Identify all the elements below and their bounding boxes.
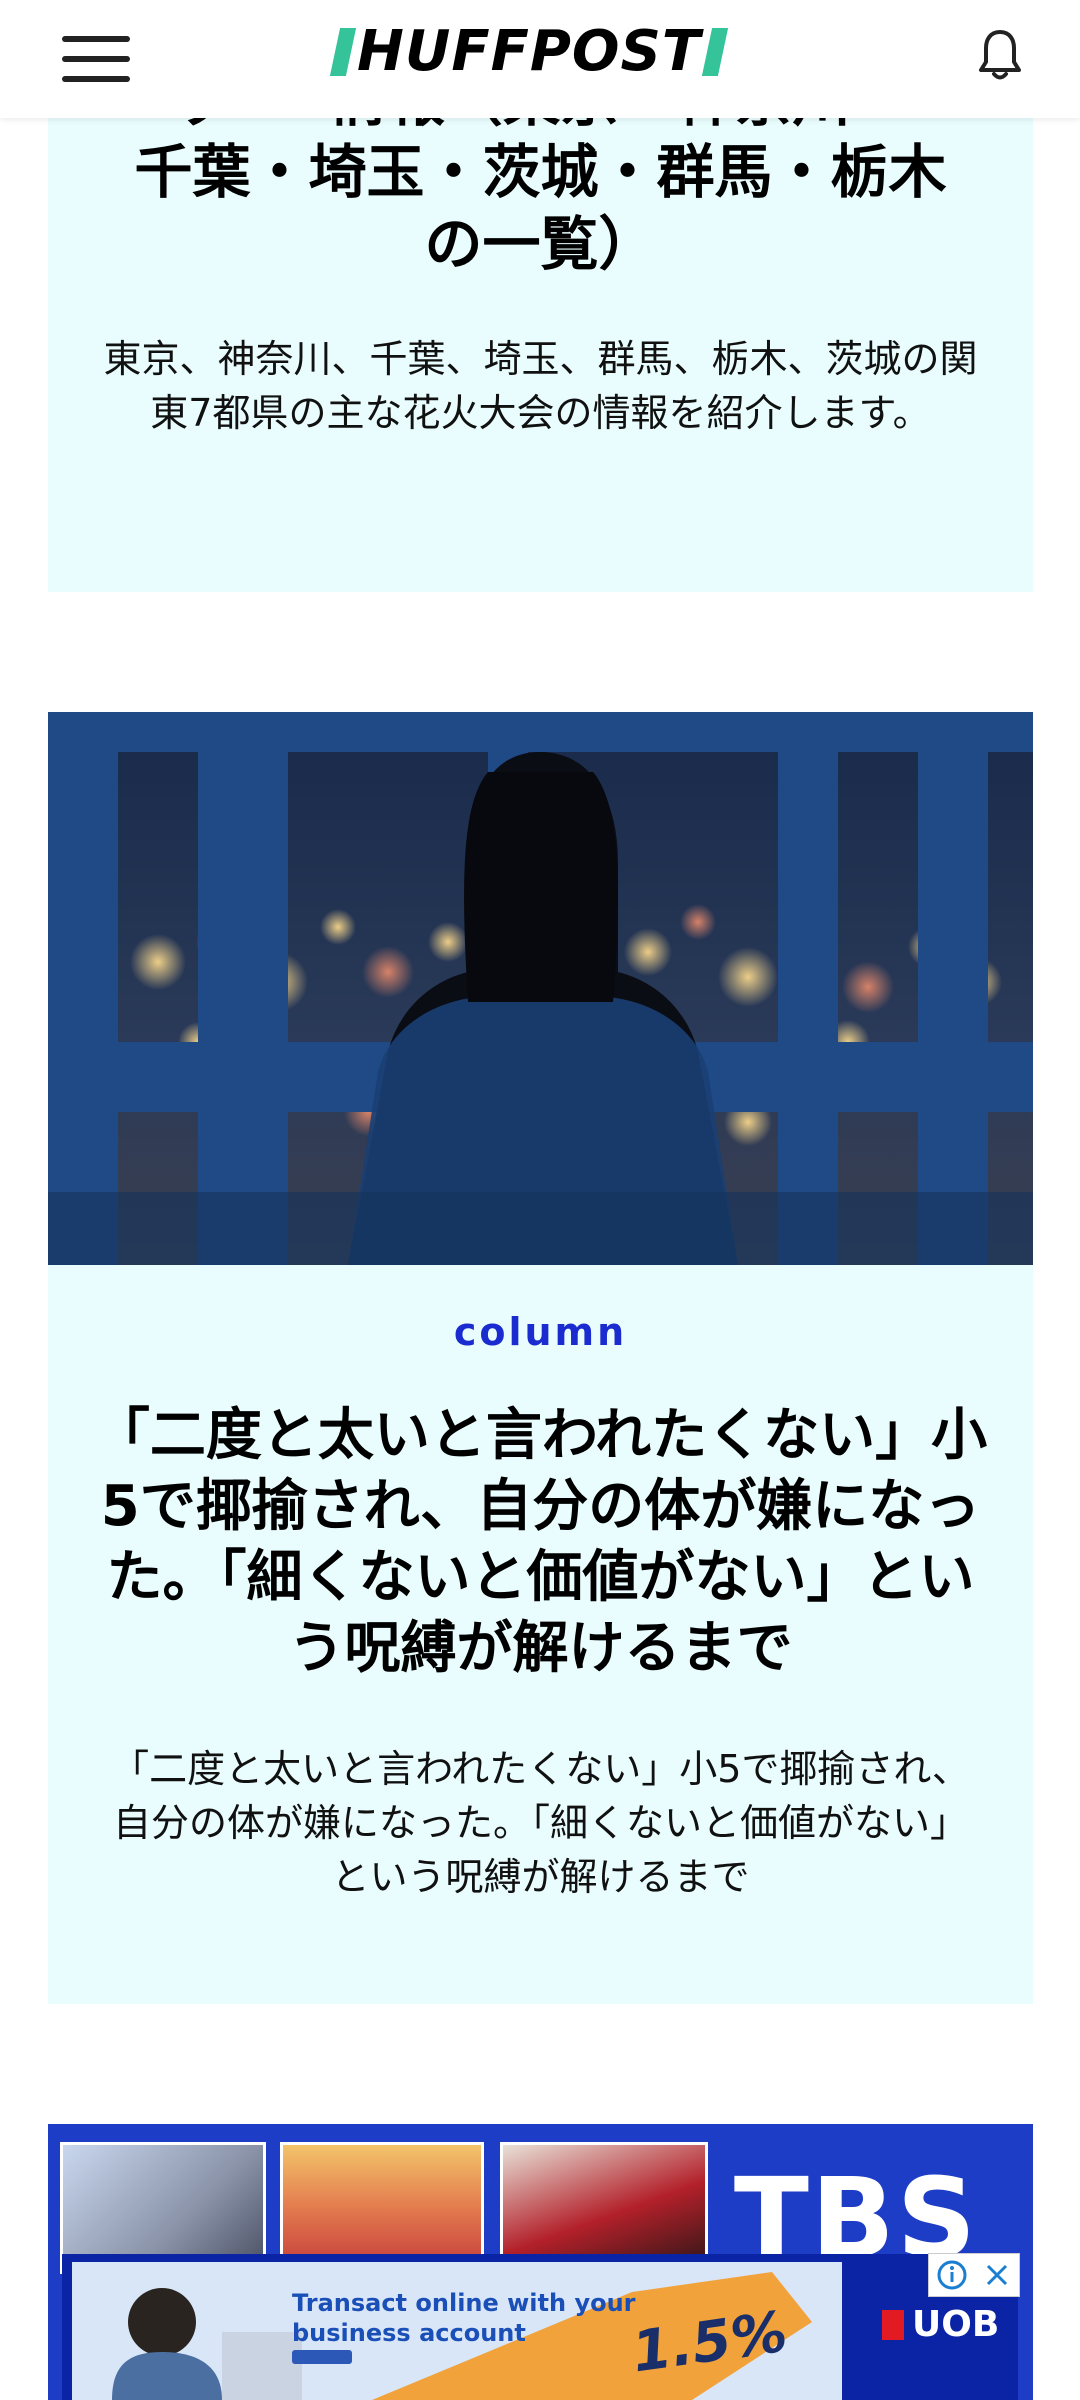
uob-logo: UOB bbox=[882, 2304, 999, 2345]
huffpost-logo[interactable]: HUFFPOST bbox=[329, 19, 729, 84]
ad-creative[interactable]: Transact online with your business accou… bbox=[72, 2262, 842, 2400]
logo-bar-left bbox=[329, 28, 357, 76]
close-icon[interactable] bbox=[982, 2260, 1012, 2290]
article-title[interactable]: 千葉・埼玉・茨城・群馬・栃木 の一覧） bbox=[48, 136, 1033, 280]
site-header: HUFFPOST bbox=[0, 0, 1080, 118]
article-image[interactable] bbox=[48, 712, 1033, 1265]
article-card-column[interactable]: column 「二度と太いと言われたくない」小5で揶揄され、自分の体が嫌になった… bbox=[48, 712, 1033, 2004]
logo-bar-right bbox=[701, 28, 729, 76]
hamburger-menu-icon[interactable] bbox=[62, 36, 130, 86]
notification-bell-icon[interactable] bbox=[978, 28, 1022, 82]
category-label[interactable]: column bbox=[48, 1310, 1033, 1354]
ad-choices[interactable] bbox=[928, 2253, 1020, 2297]
article-description: 「二度と太いと言われたくない」小5で揶揄され、自分の体が嫌になった。「細くないと… bbox=[111, 1747, 970, 1899]
article-card-fireworks[interactable]: ッ ー 情報（東京・神奈川・ 千葉・埼玉・茨城・群馬・栃木 の一覧） 東京、神奈… bbox=[48, 66, 1033, 592]
uob-overlay-ad[interactable]: Transact online with your business accou… bbox=[62, 2254, 1018, 2400]
logo-text: HUFFPOST bbox=[357, 19, 702, 84]
article-title[interactable]: 「二度と太いと言われたくない」小5で揶揄され、自分の体が嫌になった。「細くないと… bbox=[88, 1400, 993, 1684]
info-icon[interactable] bbox=[936, 2259, 968, 2291]
article-description: 東京、神奈川、千葉、埼玉、群馬、栃木、茨城の関東7都県の主な花火大会の情報を紹介… bbox=[103, 337, 978, 435]
uob-mark-icon bbox=[882, 2309, 904, 2340]
uob-brand: UOB bbox=[912, 2304, 1000, 2345]
